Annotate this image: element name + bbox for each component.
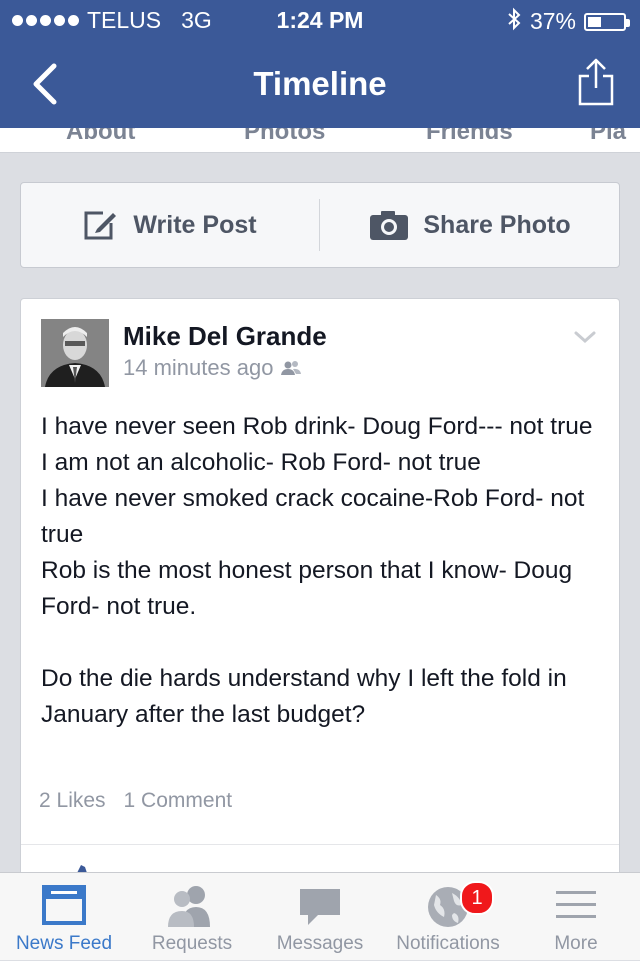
battery-percent: 37% <box>529 8 576 34</box>
divider <box>21 844 619 845</box>
post-card: Mike Del Grande 14 minutes ago I have ne… <box>20 298 620 898</box>
tab-label: More <box>554 933 598 954</box>
navigation-bar: Timeline <box>0 40 640 128</box>
bluetooth-icon <box>506 7 522 36</box>
likes-count[interactable]: 2 Likes <box>39 789 106 813</box>
news-feed-icon <box>42 885 86 925</box>
post-time[interactable]: 14 minutes ago <box>123 355 273 381</box>
share-button[interactable] <box>576 56 616 108</box>
bottom-tab-bar: News Feed Requests Messages 1 Notificati… <box>0 872 640 960</box>
write-post-label: Write Post <box>133 210 257 239</box>
post-author[interactable]: Mike Del Grande <box>123 321 327 352</box>
tab-requests[interactable]: Requests <box>128 873 256 961</box>
battery-icon <box>584 12 630 31</box>
post-options-chevron-down-icon[interactable] <box>573 329 597 345</box>
tab-label: Requests <box>151 933 233 954</box>
tab-photos[interactable]: Photos <box>244 128 325 146</box>
post-meta: 14 minutes ago <box>123 355 302 381</box>
avatar[interactable] <box>41 319 109 387</box>
comments-count[interactable]: 1 Comment <box>124 789 233 813</box>
post-body: I have never seen Rob drink- Doug Ford--… <box>41 413 593 728</box>
profile-photo <box>41 319 109 387</box>
tab-label: Messages <box>276 933 364 954</box>
tab-messages[interactable]: Messages <box>256 873 384 961</box>
composer-card: Write Post Share Photo <box>20 182 620 268</box>
top-bar: TELUS 3G 1:24 PM 37% Timeline <box>0 0 640 128</box>
status-bar: TELUS 3G 1:24 PM 37% <box>0 0 640 40</box>
tab-notifications[interactable]: 1 Notifications <box>384 873 512 961</box>
tab-news-feed[interactable]: News Feed <box>0 873 128 961</box>
pencil-edit-icon <box>84 211 117 240</box>
page-title: Timeline <box>253 65 387 102</box>
write-post-button[interactable]: Write Post <box>21 183 319 267</box>
share-photo-button[interactable]: Share Photo <box>321 183 619 267</box>
tab-friends[interactable]: Friends <box>426 128 513 146</box>
tab-label: Notifications <box>396 933 500 954</box>
share-photo-label: Share Photo <box>423 210 571 239</box>
tab-more[interactable]: More <box>512 873 640 961</box>
profile-tabs: About Photos Friends Pla <box>0 128 640 153</box>
messages-icon <box>300 889 340 925</box>
tab-places[interactable]: Pla <box>590 128 626 146</box>
divider <box>319 199 320 251</box>
notification-badge: 1 <box>460 881 494 915</box>
tab-about[interactable]: About <box>66 128 135 146</box>
camera-icon <box>370 211 409 240</box>
friends-audience-icon <box>281 361 302 375</box>
menu-icon <box>556 891 596 918</box>
share-icon <box>578 58 614 106</box>
post-stats: 2 Likes 1 Comment <box>39 789 232 813</box>
requests-icon <box>168 886 210 927</box>
